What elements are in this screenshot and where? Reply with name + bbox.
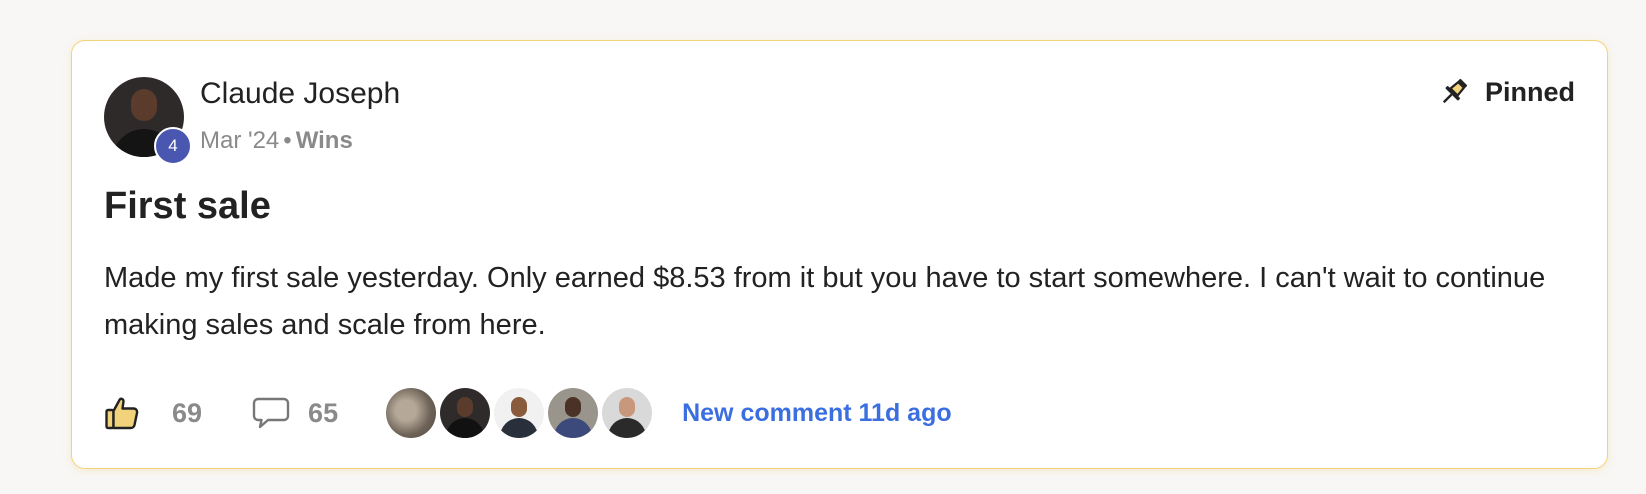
comment-count: 65 [308,397,339,428]
avatar-head [131,89,157,121]
commenter-avatar[interactable] [494,388,545,438]
commenter-head [619,397,636,417]
new-comment-link[interactable]: New comment 11d ago [682,399,952,428]
commenter-head [511,397,528,417]
post-card[interactable]: 4 Claude Joseph Mar '24 • Wins Pinned Firs… [71,40,1608,469]
commenter-body [554,418,593,438]
post-title[interactable]: First sale [104,185,271,228]
commenter-avatar[interactable] [440,388,491,438]
thumbs-up-icon [105,397,139,430]
commenter-head [565,397,582,417]
commenter-avatar[interactable] [548,388,599,438]
author-avatar-wrapper[interactable]: 4 [104,77,192,165]
post-meta: Mar '24 • Wins [200,127,353,155]
like-count: 69 [172,397,203,428]
commenter-head [457,397,474,417]
commenter-body [500,418,539,438]
speech-bubble-icon [252,397,290,429]
post-footer: 69 65 New comment 11d ago [104,385,952,441]
pinned-label: Pinned [1484,76,1575,107]
commenter-avatars [386,388,653,438]
commenter-body [446,418,485,438]
post-date: Mar '24 [200,127,280,154]
commenter-avatar[interactable] [602,388,653,438]
author-name[interactable]: Claude Joseph [200,77,400,111]
pinned-indicator: Pinned [1437,75,1575,109]
meta-separator: • [283,127,292,154]
pushpin-icon [1442,78,1468,104]
commenter-body [608,418,647,438]
comment-button[interactable]: 65 [252,396,338,430]
level-badge: 4 [154,127,192,165]
post-category[interactable]: Wins [296,127,353,154]
commenter-avatar[interactable] [386,388,437,438]
like-button[interactable]: 69 [104,395,202,431]
post-body: Made my first sale yesterday. Only earne… [104,262,1546,341]
